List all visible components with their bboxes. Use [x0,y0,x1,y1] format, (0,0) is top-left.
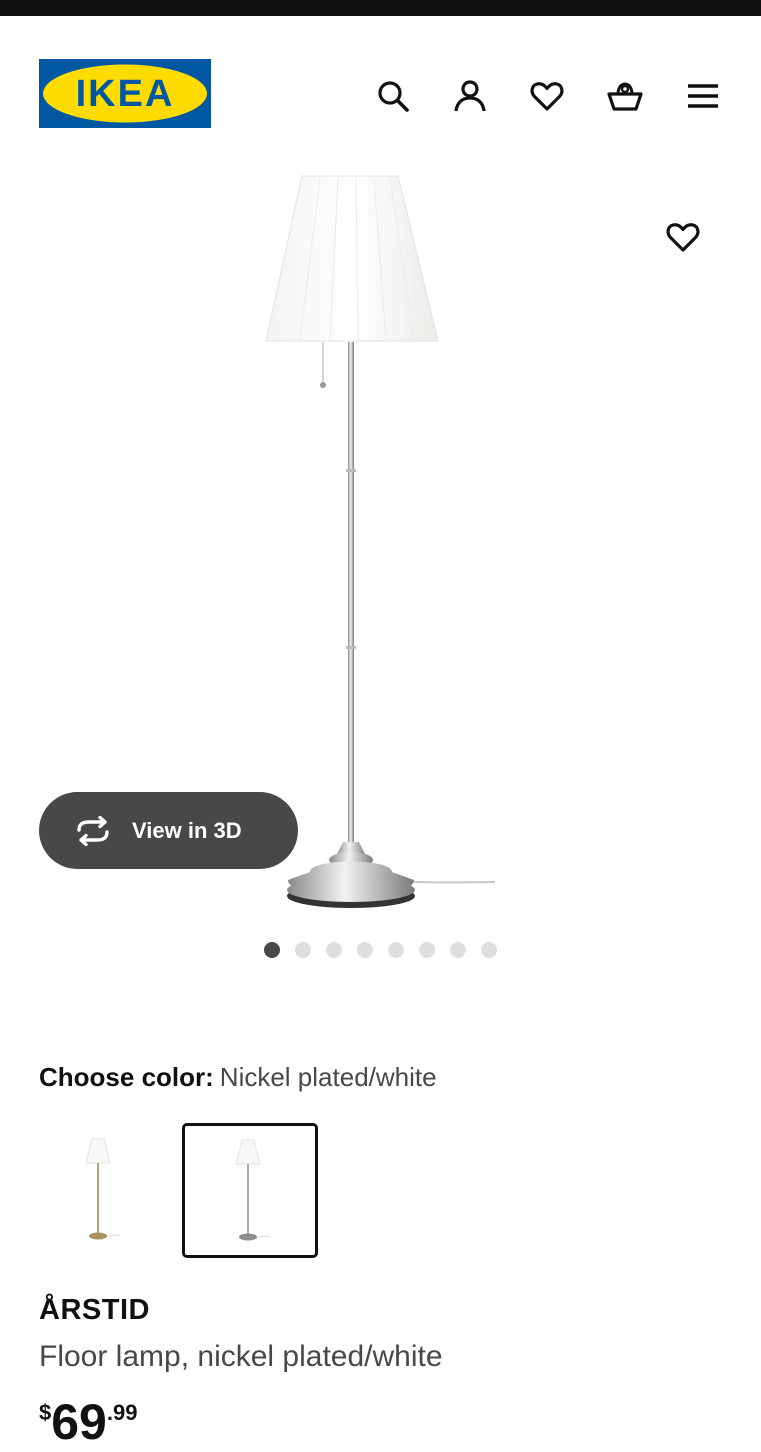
product-gallery[interactable]: View in 3D [0,156,761,986]
account-icon[interactable] [448,74,492,118]
pagination-dot-5[interactable] [388,942,404,958]
favorites-icon[interactable] [525,74,569,118]
price-integer: 69 [51,1394,107,1450]
menu-icon[interactable] [681,74,725,118]
image-pagination [264,942,497,958]
product-image [265,175,496,908]
brass-lamp-thumbnail [85,1138,121,1240]
cart-icon[interactable] [603,74,647,118]
pagination-dot-1[interactable] [264,942,280,958]
favorite-product-icon[interactable] [660,214,706,260]
status-bar [0,0,761,16]
pagination-dot-3[interactable] [326,942,342,958]
color-swatch-nickel[interactable] [182,1123,318,1258]
pagination-dot-6[interactable] [419,942,435,958]
product-description: Floor lamp, nickel plated/white [39,1340,443,1373]
view-in-3d-label: View in 3D [132,817,242,843]
rotate-arrows-icon [73,815,113,846]
pagination-dot-4[interactable] [357,942,373,958]
pagination-dot-7[interactable] [450,942,466,958]
price-currency: $ [39,1400,52,1425]
logo-text: IKEA [76,73,175,115]
ikea-logo[interactable]: IKEA [39,59,211,128]
choose-color-label: Choose color: [39,1062,214,1092]
site-header: IKEA [0,16,761,156]
selected-color-value: Nickel plated/white [219,1062,437,1092]
product-price: $69.99 [39,1392,137,1452]
pagination-dot-8[interactable] [481,942,497,958]
search-icon[interactable] [371,74,415,118]
price-decimal: .99 [106,1400,138,1425]
nickel-lamp-thumbnail [235,1139,271,1241]
pagination-dot-2[interactable] [295,942,311,958]
view-in-3d-button[interactable]: View in 3D [39,792,298,869]
color-picker-label: Choose color: Nickel plated/white [39,1062,437,1093]
color-swatch-brass[interactable] [30,1123,166,1258]
product-name: ÅRSTID [39,1294,150,1326]
